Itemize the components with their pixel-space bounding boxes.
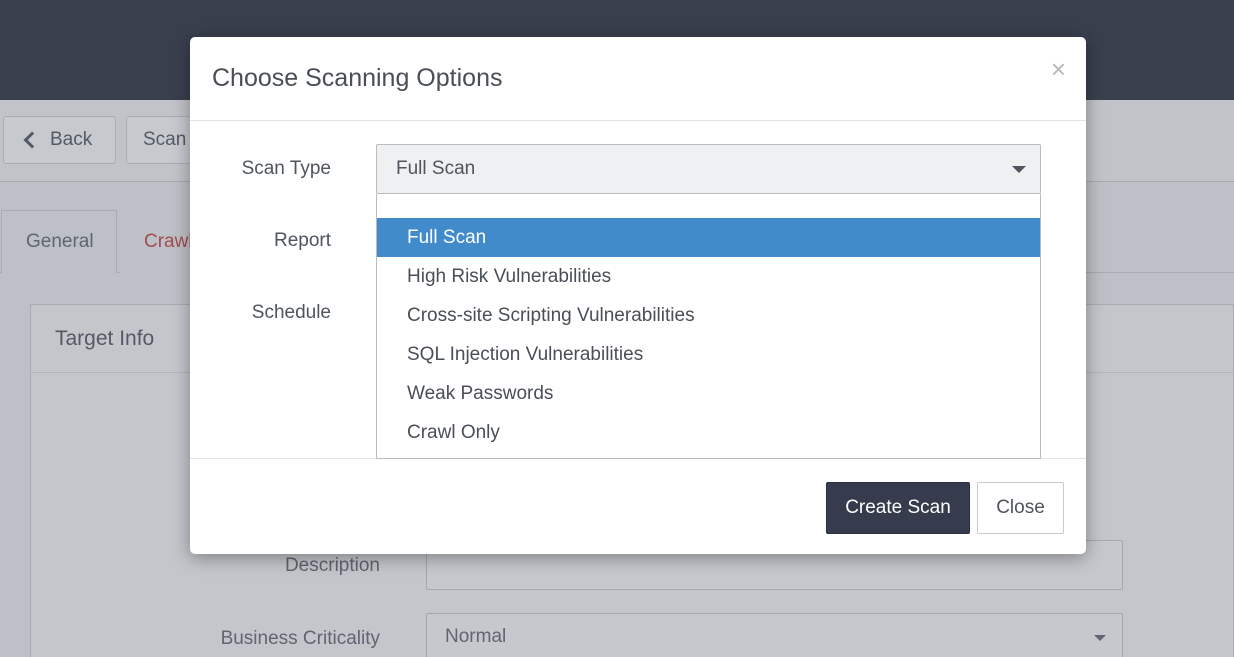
dropdown-search-area [377, 194, 1040, 218]
scan-type-label: Scan Type [241, 158, 331, 179]
scan-type-selected-value: Full Scan [396, 158, 476, 179]
scan-type-option[interactable]: High Risk Vulnerabilities [377, 257, 1040, 296]
caret-down-icon [1012, 166, 1026, 173]
modal-body: Scan Type Report Schedule Full Scan Full… [190, 121, 1086, 459]
scan-type-option[interactable]: Cross-site Scripting Vulnerabilities [377, 296, 1040, 335]
scanning-options-modal: Choose Scanning Options × Scan Type Repo… [190, 37, 1086, 554]
close-icon[interactable]: × [1051, 55, 1066, 83]
report-label: Report [273, 230, 331, 251]
create-scan-button[interactable]: Create Scan [826, 482, 970, 534]
option-label: Crawl Only [407, 421, 500, 443]
modal-header: Choose Scanning Options × [190, 37, 1086, 121]
scan-type-dropdown: Full Scan High Risk Vulnerabilities Cros… [376, 194, 1041, 459]
scan-type-option[interactable]: Full Scan [377, 218, 1040, 257]
option-label: Full Scan [407, 226, 487, 248]
option-label: Cross-site Scripting Vulnerabilities [407, 304, 695, 326]
scan-type-option[interactable]: Crawl Only [377, 413, 1040, 452]
schedule-label: Schedule [251, 302, 331, 323]
option-label: SQL Injection Vulnerabilities [407, 343, 644, 365]
scan-type-option[interactable]: Weak Passwords [377, 374, 1040, 413]
scan-type-select[interactable]: Full Scan [376, 144, 1041, 194]
option-label: Weak Passwords [407, 382, 554, 404]
close-button[interactable]: Close [977, 482, 1064, 534]
modal-title: Choose Scanning Options [212, 64, 503, 92]
option-label: High Risk Vulnerabilities [407, 265, 612, 287]
modal-footer: Create Scan Close [190, 458, 1086, 554]
scan-type-option[interactable]: SQL Injection Vulnerabilities [377, 335, 1040, 374]
